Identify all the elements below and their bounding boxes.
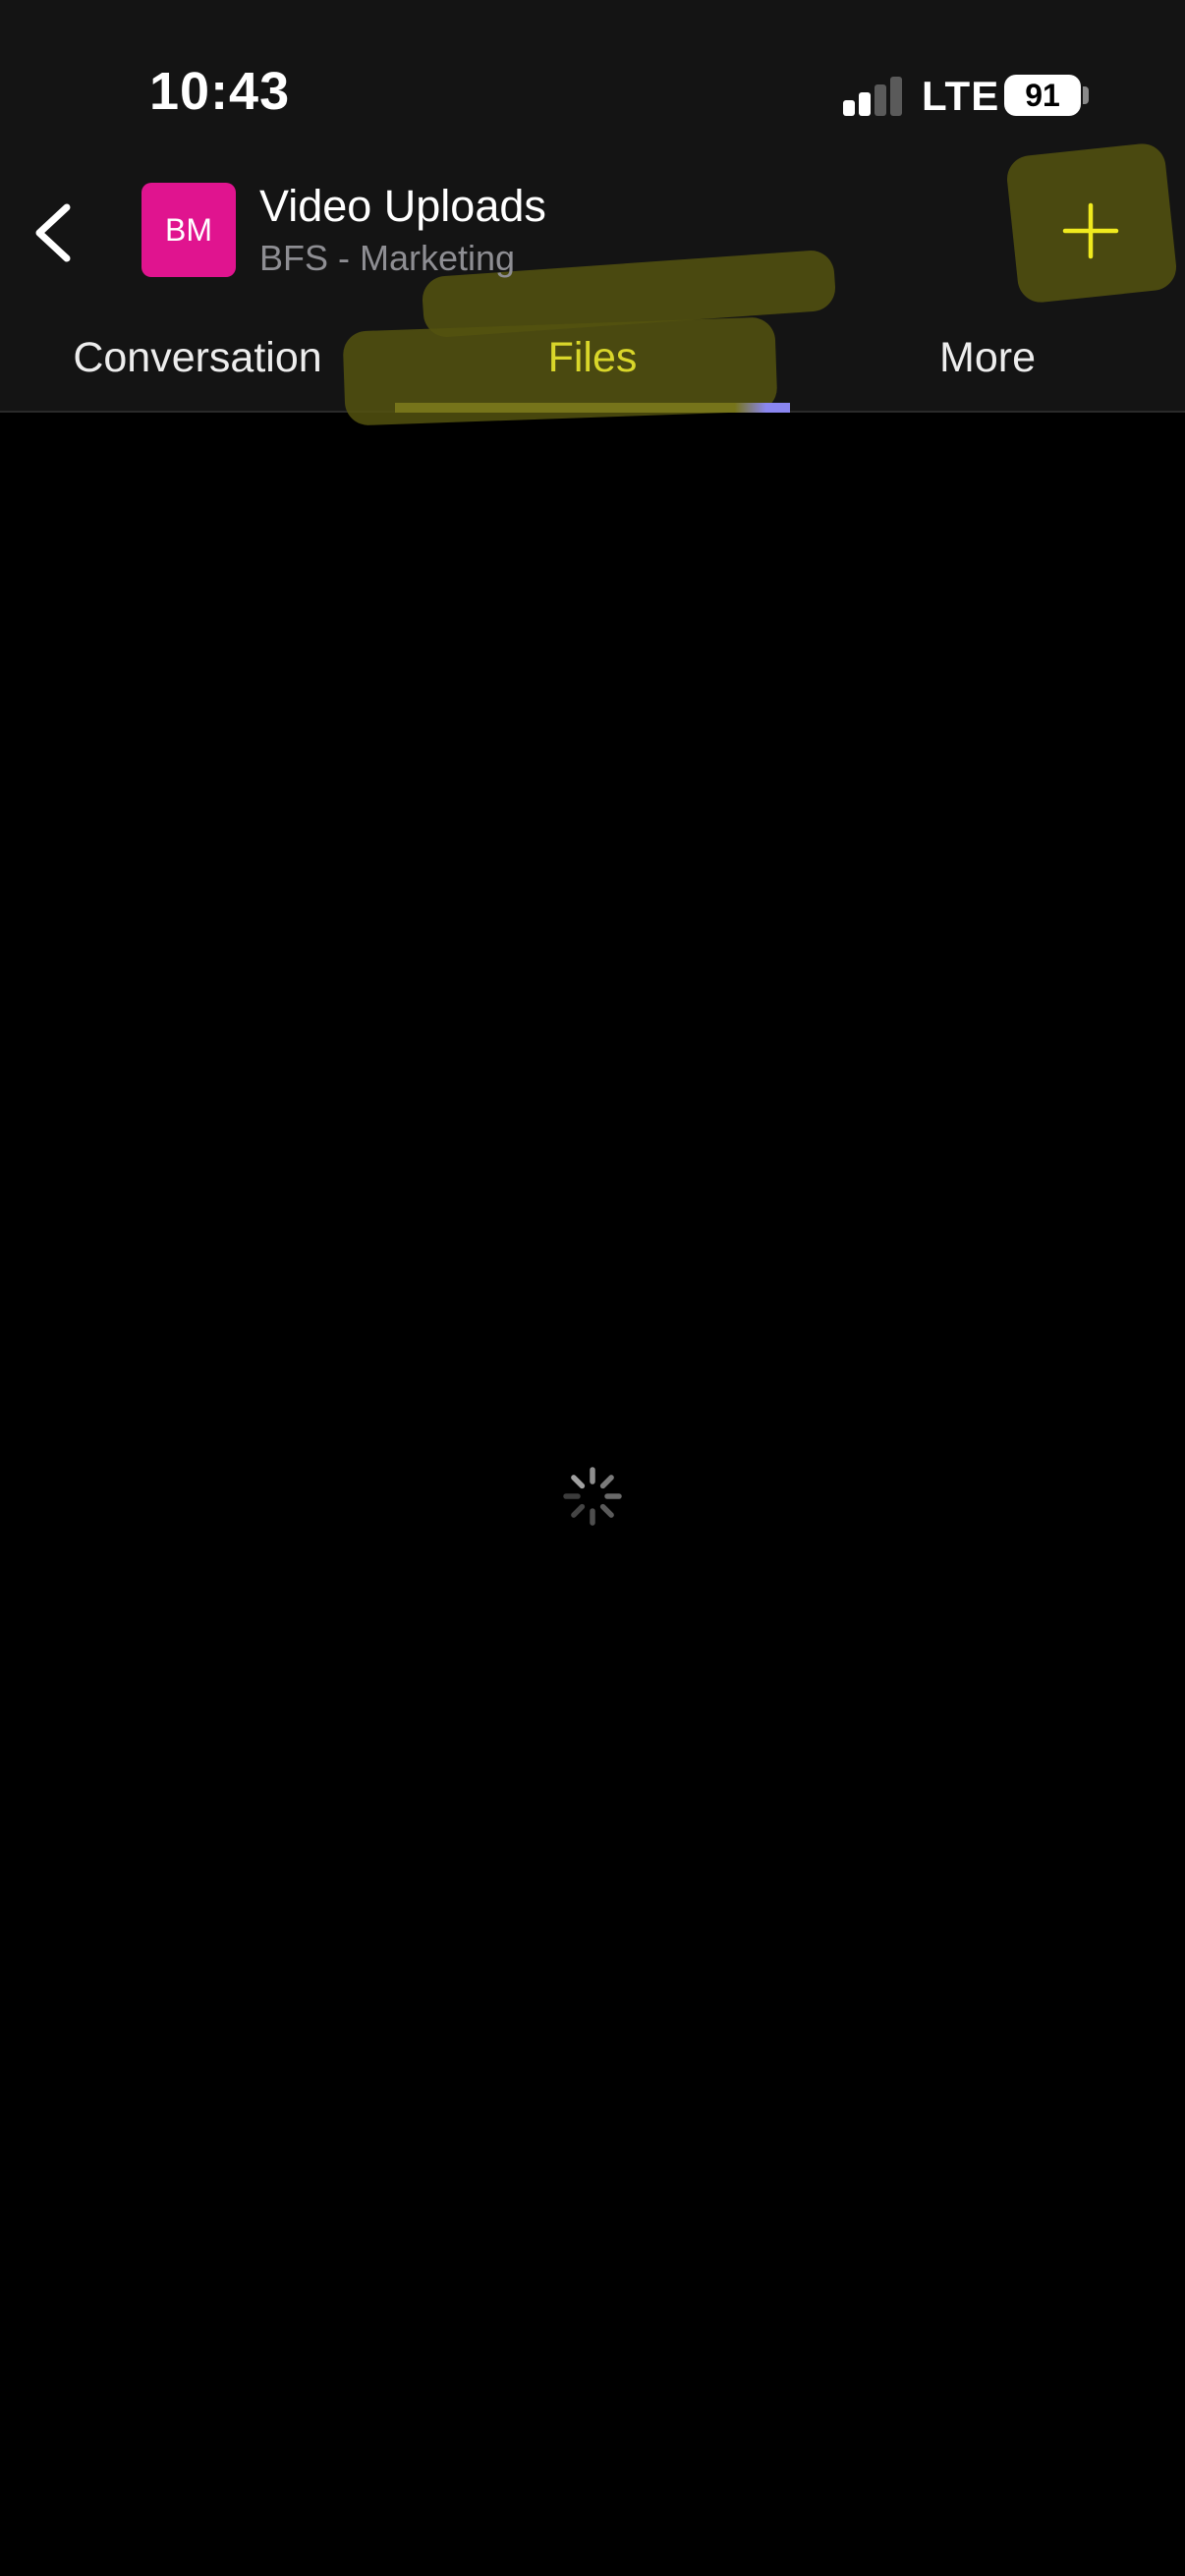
battery-level: 91 [1025,77,1060,113]
add-button[interactable] [1049,187,1132,275]
battery-tip [1083,86,1089,104]
tab-more[interactable]: More [790,305,1185,411]
battery-icon: 91 [1004,75,1081,116]
tab-files[interactable]: Files [395,305,790,411]
loading-spinner-icon [563,1467,622,1526]
tab-conversation[interactable]: Conversation [0,305,395,411]
back-button[interactable] [14,189,92,277]
cellular-signal-icon [843,77,902,116]
status-time: 10:43 [149,62,291,121]
network-type: LTE [922,73,1000,119]
active-tab-indicator [395,403,790,413]
channel-title[interactable]: Video Uploads [259,181,546,232]
channel-avatar[interactable]: BM [141,183,236,277]
top-chrome: 10:43 LTE 91 BM Video Uploads BFS - Mark… [0,0,1185,426]
screen: 10:43 LTE 91 BM Video Uploads BFS - Mark… [0,0,1185,2576]
plus-icon [1062,202,1119,259]
chevron-left-icon [35,203,71,262]
avatar-initials: BM [165,211,212,248]
team-name: BFS - Marketing [259,238,516,278]
tab-bar: Conversation Files More [0,305,1185,411]
